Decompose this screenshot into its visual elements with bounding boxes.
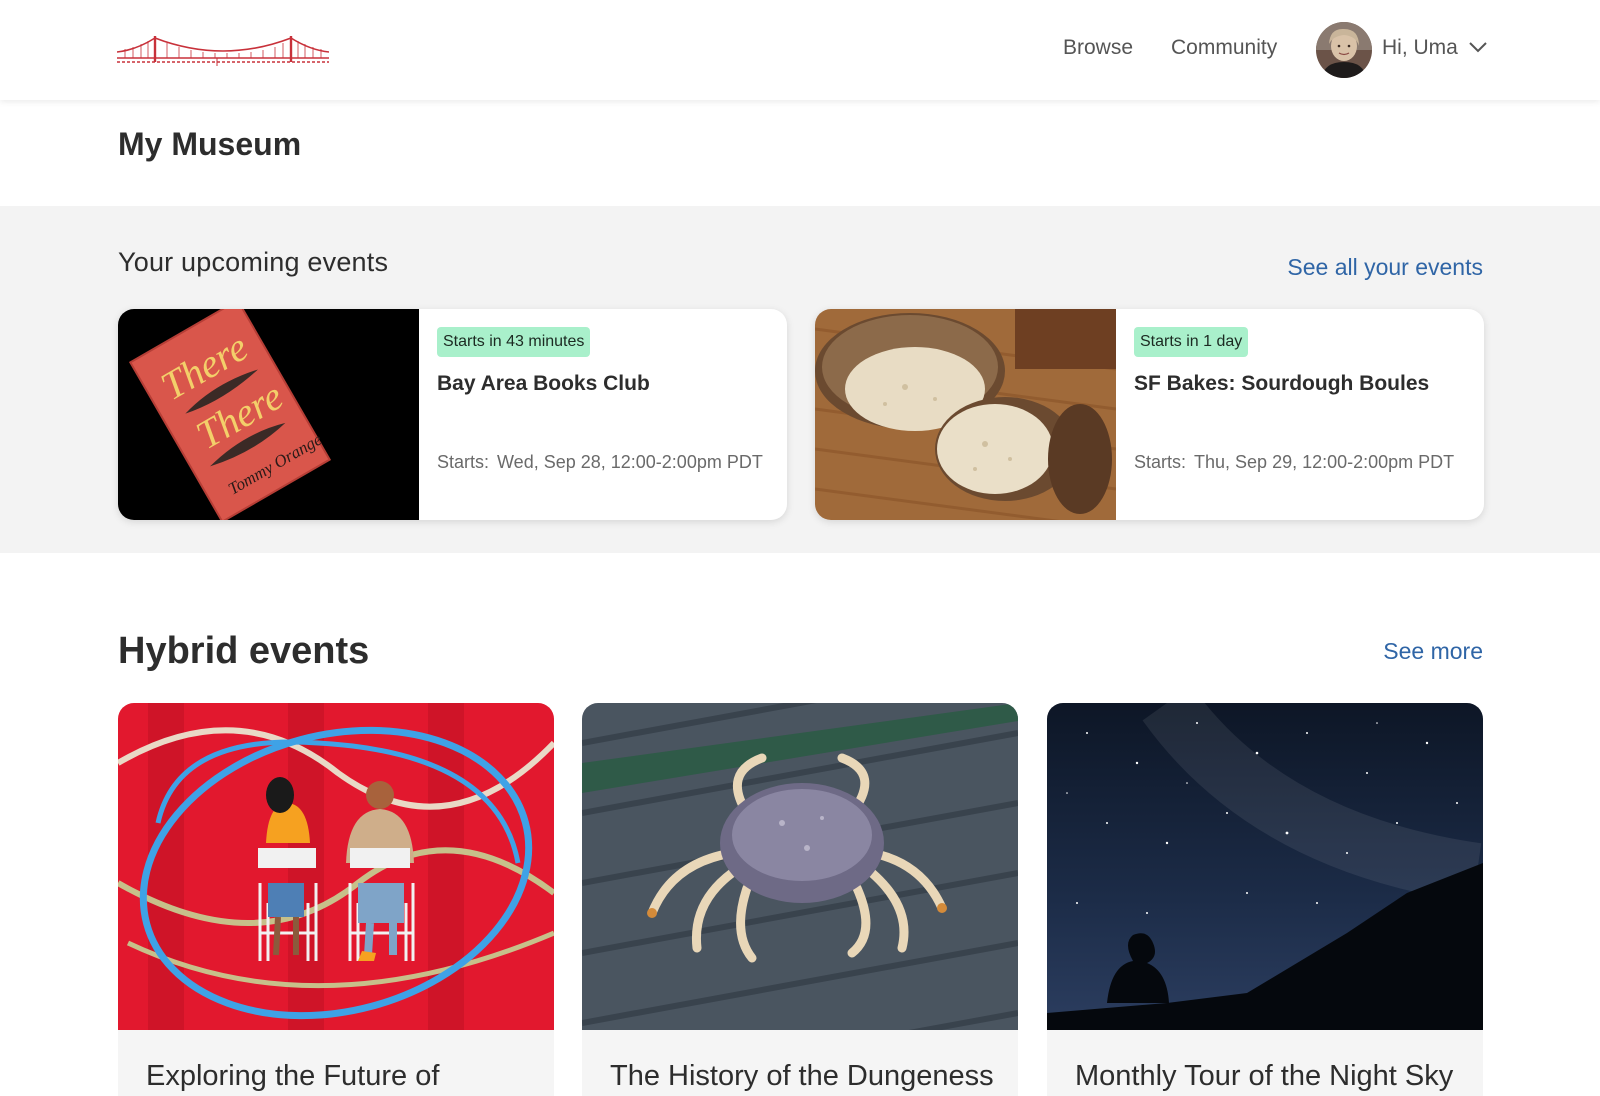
see-more-link[interactable]: See more (1383, 638, 1483, 665)
upcoming-event-card[interactable]: Starts in 1 day SF Bakes: Sourdough Boul… (815, 309, 1484, 520)
see-all-events-link[interactable]: See all your events (1287, 254, 1483, 281)
top-navigation-bar: Browse Community Hi, Uma (0, 0, 1600, 100)
event-start-badge: Starts in 1 day (1134, 327, 1249, 357)
event-start-badge: Starts in 43 minutes (437, 327, 591, 357)
hybrid-event-card[interactable]: Monthly Tour of the Night Sky (1047, 703, 1483, 1096)
golden-gate-bridge-logo[interactable] (117, 34, 329, 68)
event-title[interactable]: Bay Area Books Club (437, 372, 773, 396)
hybrid-event-title[interactable]: Monthly Tour of the Night Sky (1075, 1060, 1453, 1093)
upcoming-event-card[interactable]: There There Tommy Orange Starts in 43 mi… (118, 309, 787, 520)
page-title: My Museum (118, 126, 302, 162)
sourdough-bread-image (815, 309, 1116, 520)
illustration-image (118, 703, 554, 1030)
hybrid-event-title[interactable]: The History of the Dungeness (610, 1060, 994, 1093)
event-start-label: Starts: (1134, 452, 1187, 472)
event-title[interactable]: SF Bakes: Sourdough Boules (1134, 372, 1470, 396)
hybrid-events-heading: Hybrid events (118, 630, 370, 672)
avatar-image (1316, 22, 1372, 78)
chevron-down-icon[interactable] (1468, 40, 1488, 54)
night-sky-image (1047, 703, 1483, 1030)
hybrid-event-title[interactable]: Exploring the Future of (146, 1060, 439, 1093)
user-avatar[interactable] (1316, 22, 1372, 78)
event-start-value: Thu, Sep 29, 12:00-2:00pm PDT (1194, 452, 1455, 472)
event-start-time: Starts: Thu, Sep 29, 12:00-2:00pm PDT (1134, 452, 1454, 473)
nav-browse-link[interactable]: Browse (1063, 36, 1133, 60)
book-cover-image: There There Tommy Orange (118, 309, 419, 520)
event-start-time: Starts: Wed, Sep 28, 12:00-2:00pm PDT (437, 452, 763, 473)
dungeness-crab-image (582, 703, 1018, 1030)
upcoming-events-heading: Your upcoming events (118, 247, 389, 277)
nav-community-link[interactable]: Community (1171, 36, 1277, 60)
event-start-label: Starts: (437, 452, 490, 472)
hybrid-event-card[interactable]: The History of the Dungeness (582, 703, 1018, 1096)
hybrid-event-card[interactable]: Exploring the Future of (118, 703, 554, 1096)
event-start-value: Wed, Sep 28, 12:00-2:00pm PDT (497, 452, 763, 472)
user-greeting[interactable]: Hi, Uma (1382, 36, 1458, 60)
